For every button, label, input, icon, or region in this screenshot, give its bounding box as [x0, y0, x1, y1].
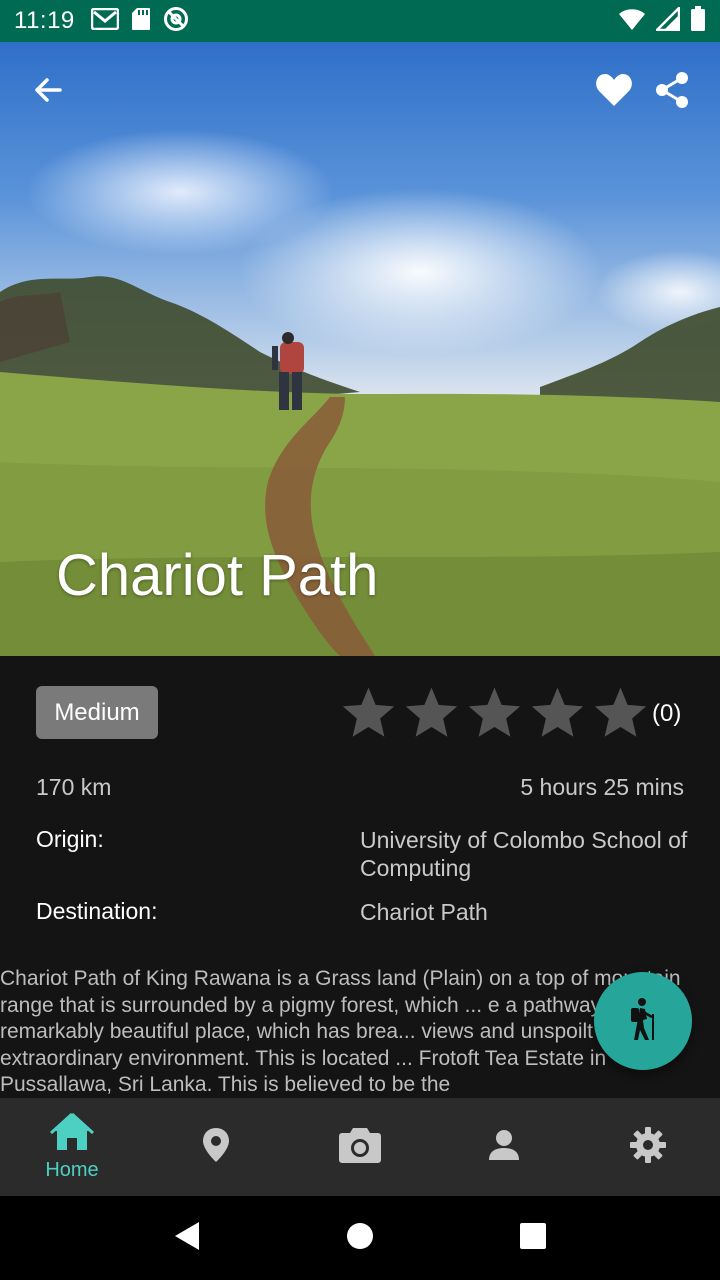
recents-square-icon [519, 1222, 547, 1255]
nav-item-camera[interactable] [288, 1098, 432, 1196]
start-hike-button[interactable] [594, 972, 692, 1070]
status-bar: 11:19 [0, 0, 720, 42]
status-time: 11:19 [14, 7, 75, 34]
system-navigation-bar [0, 1196, 720, 1280]
nav-item-profile[interactable] [432, 1098, 576, 1196]
signal-icon [653, 4, 681, 36]
person-icon [488, 1129, 520, 1166]
nav-item-settings[interactable] [576, 1098, 720, 1196]
star-icon[interactable] [403, 684, 460, 741]
destination-label: Destination: [36, 898, 158, 924]
origin-value: University of Colombo School of Computin… [360, 827, 688, 881]
trail-title: Chariot Path [56, 543, 379, 608]
hero-image: Chariot Path [0, 42, 720, 656]
camera-icon [338, 1126, 382, 1169]
difficulty-badge: Medium [36, 686, 158, 739]
settings-gear-icon [630, 1126, 666, 1168]
sd-card-icon [131, 7, 151, 36]
home-icon [49, 1112, 95, 1157]
wifi-icon [618, 7, 646, 36]
star-icon[interactable] [340, 684, 397, 741]
destination-value: Chariot Path [360, 899, 488, 925]
favorite-button[interactable] [592, 70, 636, 114]
hiker-icon [625, 997, 661, 1046]
rating-stars[interactable] [340, 684, 649, 741]
location-pin-icon [202, 1127, 230, 1168]
nav-item-location[interactable] [144, 1098, 288, 1196]
origin-label: Origin: [36, 826, 104, 852]
star-icon[interactable] [529, 684, 586, 741]
nav-item-home[interactable]: Home [0, 1098, 144, 1196]
back-button[interactable] [26, 70, 70, 114]
heart-icon [595, 73, 633, 112]
nav-label-home: Home [45, 1159, 99, 1181]
star-icon[interactable] [592, 684, 649, 741]
back-arrow-icon [32, 74, 64, 111]
system-recents-button[interactable] [503, 1208, 563, 1268]
system-home-button[interactable] [330, 1208, 390, 1268]
home-circle-icon [346, 1222, 374, 1255]
battery-icon [690, 5, 706, 37]
rating-count: (0) [652, 700, 682, 727]
bottom-navigation: Home [0, 1098, 720, 1196]
trail-distance: 170 km [36, 774, 112, 800]
no-disturb-icon [163, 6, 189, 37]
trail-duration: 5 hours 25 mins [520, 774, 684, 800]
share-icon [654, 71, 690, 114]
share-button[interactable] [650, 70, 694, 114]
system-back-button[interactable] [157, 1208, 217, 1268]
star-icon[interactable] [466, 684, 523, 741]
back-triangle-icon [173, 1221, 201, 1256]
gmail-icon [90, 7, 120, 35]
